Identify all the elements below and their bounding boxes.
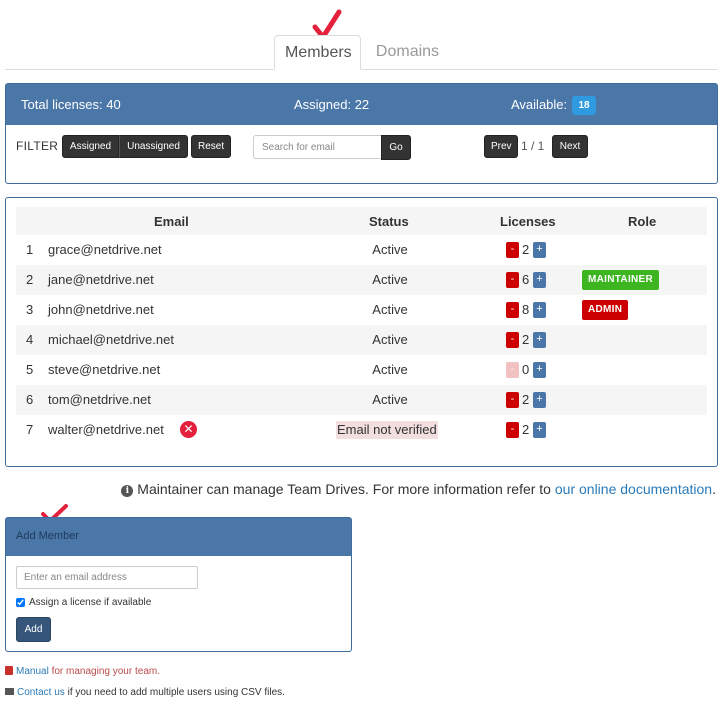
license-count: 2	[522, 332, 530, 347]
license-count: 0	[522, 362, 530, 377]
book-icon	[5, 666, 13, 675]
error-circle-icon[interactable]: ✕	[180, 421, 197, 438]
table-row: 7 walter@netdrive.net ✕ Email not verifi…	[16, 415, 707, 445]
license-decrement-button[interactable]: -	[506, 272, 519, 288]
contact-text: if you need to add multiple users using …	[67, 687, 285, 698]
info-text: Maintainer can manage Team Drives. For m…	[137, 481, 551, 497]
header-email: Email	[154, 214, 189, 229]
table-row: 6 tom@netdrive.net Active - 2 +	[16, 385, 707, 415]
table-header-row: Email Status Licenses Role	[16, 207, 707, 235]
license-decrement-button[interactable]: -	[506, 242, 519, 258]
search-go-button[interactable]: Go	[381, 135, 411, 160]
license-count: 2	[522, 392, 530, 407]
license-decrement-button: -	[506, 362, 519, 378]
info-period: .	[712, 481, 716, 497]
assign-license-checkbox[interactable]	[16, 598, 25, 607]
info-icon: i	[121, 485, 134, 497]
tab-members[interactable]: Members	[274, 35, 361, 70]
tabs-divider	[5, 69, 717, 70]
row-number: 2	[26, 272, 34, 287]
maintainer-info: i Maintainer can manage Team Drives. For …	[121, 481, 716, 497]
email-search-input[interactable]	[253, 135, 383, 159]
contact-line: Contact us if you need to add multiple u…	[5, 687, 285, 698]
license-decrement-button[interactable]: -	[506, 332, 519, 348]
license-increment-button[interactable]: +	[533, 392, 546, 408]
available-label: Available:	[511, 97, 568, 112]
filter-label: FILTER	[16, 139, 59, 153]
license-increment-button[interactable]: +	[533, 272, 546, 288]
member-email: steve@netdrive.net	[48, 362, 161, 377]
member-email: grace@netdrive.net	[48, 242, 162, 257]
row-number: 6	[26, 392, 34, 407]
envelope-icon	[5, 688, 14, 695]
manual-line: Manual for managing your team.	[5, 666, 160, 677]
tab-domains[interactable]: Domains	[365, 35, 450, 70]
add-member-panel: Add Member Assign a license if available…	[5, 517, 352, 652]
license-increment-button[interactable]: +	[533, 422, 546, 438]
member-email: john@netdrive.net	[48, 302, 154, 317]
license-count: 8	[522, 302, 530, 317]
member-email: michael@netdrive.net	[48, 332, 174, 347]
assign-license-label: Assign a license if available	[29, 597, 152, 608]
row-number: 5	[26, 362, 34, 377]
manual-text: for managing your team.	[51, 666, 160, 677]
total-licenses-text: Total licenses: 40	[21, 97, 121, 112]
license-increment-button[interactable]: +	[533, 302, 546, 318]
add-member-button[interactable]: Add	[16, 617, 51, 642]
pager-next-button[interactable]: Next	[552, 135, 588, 158]
header-role: Role	[628, 214, 657, 229]
license-increment-button[interactable]: +	[533, 242, 546, 258]
license-increment-button[interactable]: +	[533, 332, 546, 348]
manual-link[interactable]: Manual	[16, 666, 49, 677]
available-count-badge: 18	[572, 96, 596, 115]
member-status: Active	[372, 272, 408, 287]
table-row: 5 steve@netdrive.net Active - 0 +	[16, 355, 707, 385]
filter-unassigned-button[interactable]: Unassigned	[119, 135, 188, 158]
member-status: Active	[372, 302, 408, 317]
member-status-unverified: Email not verified	[336, 421, 438, 439]
pager-prev-button[interactable]: Prev	[484, 135, 518, 158]
add-member-email-input[interactable]	[16, 566, 198, 589]
role-badge-maintainer: MAINTAINER	[582, 270, 660, 290]
add-member-title: Add Member	[6, 518, 351, 556]
license-decrement-button[interactable]: -	[506, 392, 519, 408]
filter-assigned-button[interactable]: Assigned	[62, 135, 119, 158]
member-status: Active	[372, 242, 408, 257]
role-badge-admin: ADMIN	[582, 300, 629, 320]
member-email: tom@netdrive.net	[48, 392, 151, 407]
table-row: 2 jane@netdrive.net Active - 6 + MAINTAI…	[16, 265, 707, 295]
license-count: 2	[522, 422, 530, 437]
row-number: 3	[26, 302, 34, 317]
table-row: 3 john@netdrive.net Active - 8 + ADMIN	[16, 295, 707, 325]
license-summary-panel: Total licenses: 40 Assigned: 22 Availabl…	[5, 83, 718, 184]
documentation-link[interactable]: our online documentation	[555, 481, 712, 497]
member-status: Active	[372, 392, 408, 407]
filter-reset-button[interactable]: Reset	[191, 135, 231, 158]
license-decrement-button[interactable]: -	[506, 422, 519, 438]
member-status: Active	[372, 362, 408, 377]
assigned-licenses-text: Assigned: 22	[294, 97, 370, 112]
row-number: 7	[26, 422, 34, 437]
license-count: 2	[522, 242, 530, 257]
header-status: Status	[369, 214, 409, 229]
member-email: jane@netdrive.net	[48, 272, 154, 287]
license-count: 6	[522, 272, 530, 287]
members-table-panel: Email Status Licenses Role 1 grace@netdr…	[5, 197, 718, 467]
table-row: 1 grace@netdrive.net Active - 2 +	[16, 235, 707, 265]
license-summary-header: Total licenses: 40 Assigned: 22 Availabl…	[6, 84, 717, 125]
member-status: Active	[372, 332, 408, 347]
license-decrement-button[interactable]: -	[506, 302, 519, 318]
header-licenses: Licenses	[500, 214, 556, 229]
member-email: walter@netdrive.net	[48, 422, 164, 437]
contact-link[interactable]: Contact us	[17, 687, 65, 698]
license-increment-button[interactable]: +	[533, 362, 546, 378]
row-number: 1	[26, 242, 34, 257]
row-number: 4	[26, 332, 34, 347]
table-row: 4 michael@netdrive.net Active - 2 +	[16, 325, 707, 355]
pager-page-text: 1 / 1	[521, 139, 545, 153]
